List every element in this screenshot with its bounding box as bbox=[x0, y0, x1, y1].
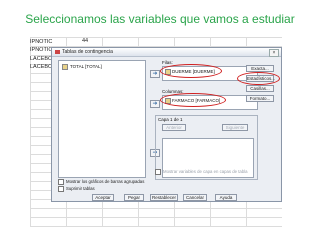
highlight-ring bbox=[160, 93, 226, 107]
suppress-tables-checkbox[interactable]: Suprimir tablas bbox=[58, 186, 95, 192]
row-label: IPNOTIC bbox=[30, 47, 53, 53]
cancel-button[interactable]: Cancelar bbox=[183, 194, 207, 201]
move-to-columns-button[interactable]: ➜ bbox=[150, 100, 160, 108]
list-item-label: TOTAL [TOTAL] bbox=[70, 64, 102, 70]
cells-button[interactable]: Casillas... bbox=[246, 85, 274, 92]
exact-button[interactable]: Exacta... bbox=[246, 65, 274, 72]
dialog-title: Tablas de contingencia bbox=[62, 49, 113, 55]
checkbox-label: Mostrar variables de capa en capas de ta… bbox=[163, 169, 248, 175]
variable-icon bbox=[62, 64, 68, 70]
row-label: LACEBO bbox=[30, 64, 53, 70]
row-label: LACEBO bbox=[30, 56, 53, 62]
rows-label: Filas: bbox=[162, 60, 173, 65]
source-variable-list[interactable]: TOTAL [TOTAL] bbox=[58, 60, 146, 178]
layer-variables-checkbox[interactable]: Mostrar variables de capa en capas de ta… bbox=[155, 169, 248, 175]
move-to-rows-button[interactable]: ➜ bbox=[150, 70, 160, 78]
layer-previous-button[interactable]: Anterior bbox=[162, 124, 186, 131]
table-icon bbox=[55, 50, 60, 54]
clustered-bars-checkbox[interactable]: Mostrar los gráficos de barras agrupadas bbox=[58, 179, 144, 185]
help-button[interactable]: Ayuda bbox=[215, 194, 237, 201]
layer-next-button[interactable]: Siguiente bbox=[222, 124, 248, 131]
close-icon[interactable]: × bbox=[269, 49, 279, 57]
reset-button[interactable]: Restablecer bbox=[150, 194, 178, 201]
checkbox-label: Mostrar los gráficos de barras agrupadas bbox=[66, 179, 145, 185]
checkbox-icon bbox=[58, 179, 64, 185]
dialog-titlebar[interactable]: Tablas de contingencia × bbox=[52, 48, 281, 57]
checkbox-label: Suprimir tablas bbox=[66, 186, 95, 192]
format-button[interactable]: Formato... bbox=[246, 95, 274, 102]
row-label: IPNOTIC bbox=[30, 39, 53, 45]
paste-button[interactable]: Pegar bbox=[124, 194, 144, 201]
list-item[interactable]: TOTAL [TOTAL] bbox=[62, 64, 102, 70]
arrow-right-icon: ➜ bbox=[152, 71, 158, 77]
checkbox-icon bbox=[58, 186, 64, 192]
arrow-right-icon: ➜ bbox=[152, 101, 158, 107]
cell-value: 44 bbox=[82, 38, 89, 44]
accept-button[interactable]: Aceptar bbox=[92, 194, 114, 201]
crosstabs-dialog: Tablas de contingencia × TOTAL [TOTAL] ➜… bbox=[51, 47, 282, 202]
slide-heading: Seleccionamos las variables que vamos a … bbox=[25, 12, 295, 26]
layer-label: Capa 1 de 1 bbox=[158, 117, 183, 122]
checkbox-icon bbox=[155, 169, 161, 175]
highlight-ring bbox=[237, 72, 280, 85]
highlight-ring bbox=[160, 64, 222, 78]
